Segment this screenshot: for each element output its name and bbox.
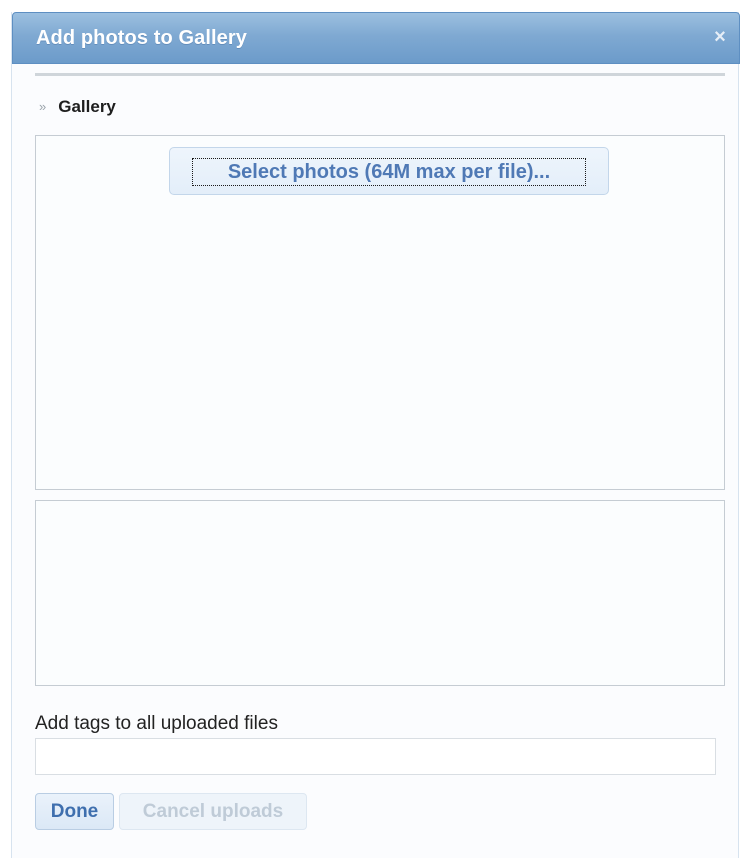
dialog-titlebar[interactable]: Add photos to Gallery × (12, 12, 740, 64)
header-divider (35, 73, 725, 76)
close-icon[interactable]: × (709, 26, 731, 48)
photo-upload-area[interactable]: Select photos (64M max per file)... (35, 135, 725, 490)
select-photos-label: Select photos (64M max per file)... (192, 158, 586, 186)
dialog-title: Add photos to Gallery (36, 27, 247, 49)
cancel-uploads-button[interactable]: Cancel uploads (119, 793, 307, 830)
tags-label: Add tags to all uploaded files (35, 713, 278, 734)
breadcrumb: » Gallery (39, 97, 116, 117)
done-button[interactable]: Done (35, 793, 114, 830)
breadcrumb-arrow-icon: » (39, 99, 47, 114)
tags-input[interactable] (35, 738, 716, 775)
select-photos-button[interactable]: Select photos (64M max per file)... (169, 147, 609, 195)
add-photos-dialog: Add photos to Gallery × » Gallery Select… (11, 12, 740, 858)
breadcrumb-gallery: Gallery (58, 97, 116, 116)
upload-queue-panel (35, 500, 725, 686)
